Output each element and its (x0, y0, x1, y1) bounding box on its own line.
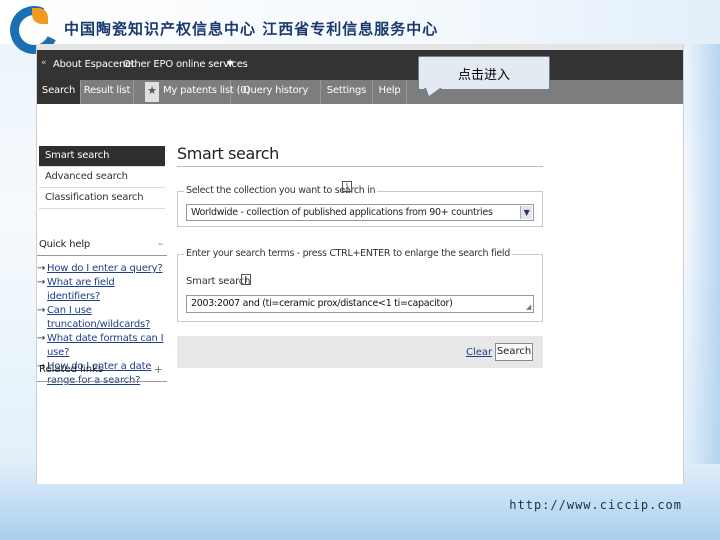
arrow-right-icon: → (37, 277, 46, 288)
help-link[interactable]: What date formats can I use? (47, 333, 164, 358)
search-terms-legend: Enter your search terms - press CTRL+ENT… (184, 248, 512, 259)
list-item[interactable]: → What are field identifiers? (37, 276, 167, 304)
collection-select-value: Worldwide - collection of published appl… (191, 207, 493, 218)
clear-link[interactable]: Clear (466, 347, 492, 358)
info-icon[interactable]: i (342, 181, 352, 192)
expand-icon[interactable]: + (154, 363, 163, 376)
list-item[interactable]: → Can I use truncation/wildcards? (37, 304, 167, 332)
callout-tail-fill (426, 88, 440, 96)
espacenet-screenshot: « About Espacenet Other EPO online servi… (36, 44, 684, 484)
tab-settings[interactable]: Settings (321, 80, 373, 104)
help-link[interactable]: How do I enter a query? (47, 263, 163, 274)
quick-help-header[interactable]: Quick help – (37, 236, 167, 256)
nav-classification-search[interactable]: Classification search (39, 188, 165, 209)
arrow-right-icon: → (37, 333, 46, 344)
info-icon[interactable]: i (241, 274, 251, 285)
search-type-nav: Smart search Advanced search Classificat… (39, 146, 165, 209)
action-bar: Clear Search (177, 336, 543, 368)
related-links-title: Related links (39, 364, 104, 375)
search-button[interactable]: Search (495, 343, 533, 361)
list-item[interactable]: → What date formats can I use? (37, 332, 167, 360)
tab-query-history[interactable]: Query history (231, 80, 321, 104)
arrow-right-icon: → (37, 305, 46, 316)
query-text: 2003:2007 and (ti=ceramic prox/distance<… (191, 298, 453, 309)
tab-result-list[interactable]: Result list (81, 80, 134, 104)
callout-bubble: 点击进入 (418, 56, 550, 90)
footer-url: http://www.ciccip.com (509, 498, 682, 512)
decorative-stripe (684, 44, 720, 464)
arrow-right-icon: → (37, 263, 46, 274)
help-link[interactable]: What are field identifiers? (47, 277, 115, 302)
top-bar: « About Espacenet Other EPO online servi… (37, 50, 683, 80)
slide-title: 中国陶瓷知识产权信息中心 江西省专利信息服务中心 (64, 20, 439, 38)
back-arrows-icon[interactable]: « (41, 58, 47, 68)
related-links-header[interactable]: Related links + (37, 360, 167, 382)
tab-help[interactable]: Help (373, 80, 407, 104)
nav-advanced-search[interactable]: Advanced search (39, 167, 165, 188)
tab-bar: Search Result list ★ My patents list (0)… (37, 80, 683, 104)
search-terms-fieldset: Enter your search terms - press CTRL+ENT… (177, 248, 543, 322)
collapse-icon[interactable]: – (158, 237, 164, 250)
smart-search-input[interactable]: 2003:2007 and (ti=ceramic prox/distance<… (186, 295, 534, 313)
collection-fieldset: Select the collection you want to search… (177, 181, 543, 227)
list-item[interactable]: → How do I enter a query? (37, 262, 167, 276)
chevron-down-icon[interactable]: ▼ (520, 206, 532, 219)
quick-help-title: Quick help (39, 239, 91, 250)
collection-select[interactable]: Worldwide - collection of published appl… (186, 204, 534, 221)
nav-smart-search[interactable]: Smart search (39, 146, 165, 167)
help-link[interactable]: Can I use truncation/wildcards? (47, 305, 150, 330)
page-title: Smart search (177, 144, 279, 163)
star-icon: ★ (145, 82, 159, 102)
caret-down-icon[interactable]: ▼ (227, 59, 233, 68)
resize-grip-icon[interactable]: ◢ (526, 303, 531, 311)
divider (177, 166, 543, 167)
tab-search[interactable]: Search (37, 80, 81, 104)
